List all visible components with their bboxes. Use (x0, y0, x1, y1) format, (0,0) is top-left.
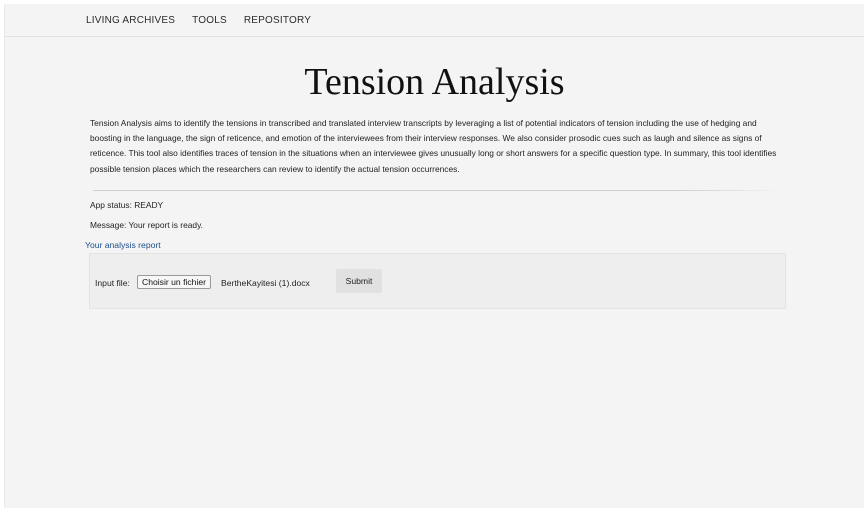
nav-item-repository[interactable]: REPOSITORY (244, 15, 311, 26)
choose-file-button[interactable]: Choisir un fichier (137, 275, 211, 289)
page-description: Tension Analysis aims to identify the te… (90, 118, 777, 174)
status-message: Message: Your report is ready. (90, 220, 203, 230)
page-title: Tension Analysis (304, 61, 565, 103)
app-status: App status: READY (90, 200, 164, 210)
upload-form: Input file: Choisir un fichier BertheKay… (89, 253, 786, 309)
nav-item-tools[interactable]: TOOLS (192, 15, 227, 26)
analysis-report-link[interactable]: Your analysis report (85, 240, 161, 250)
app-frame: LIVING ARCHIVES TOOLS REPOSITORY Tension… (4, 4, 864, 508)
submit-button[interactable]: Submit (336, 269, 382, 293)
nav-item-living-archives[interactable]: LIVING ARCHIVES (86, 15, 175, 26)
selected-file-name: BertheKayitesi (1).docx (221, 278, 310, 288)
divider (93, 190, 783, 191)
top-navigation: LIVING ARCHIVES TOOLS REPOSITORY (5, 4, 864, 37)
input-file-label: Input file: (95, 278, 130, 288)
